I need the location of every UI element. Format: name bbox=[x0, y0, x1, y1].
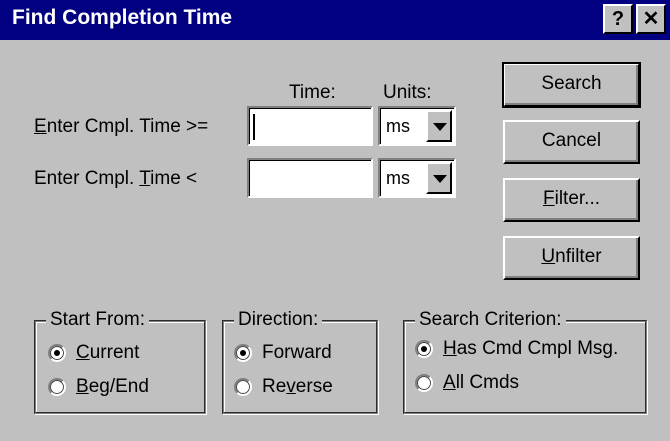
radio-forward[interactable]: Forward bbox=[234, 342, 332, 364]
radio-all-cmds-label: All Cmds bbox=[443, 372, 520, 393]
radio-beg-end[interactable]: Beg/End bbox=[48, 376, 149, 398]
cmpl-time-ge-input[interactable] bbox=[247, 106, 373, 146]
cmpl-time-ge-text[interactable] bbox=[249, 108, 371, 144]
filter-button[interactable]: Filter... bbox=[503, 178, 640, 222]
time-column-header: Time: bbox=[289, 82, 336, 103]
cmpl-time-lt-text[interactable] bbox=[249, 160, 371, 196]
search-criterion-group: Search Criterion: Has Cmd Cmpl Msg. All … bbox=[403, 309, 647, 414]
radio-has-cmd-cmpl-msg-label: Has Cmd Cmpl Msg. bbox=[443, 338, 619, 359]
radio-selected-icon[interactable] bbox=[48, 344, 66, 362]
chevron-down-icon[interactable] bbox=[426, 162, 452, 194]
start-from-title: Start From: bbox=[46, 309, 150, 331]
unfilter-button[interactable]: Unfilter bbox=[503, 236, 640, 280]
cmpl-time-lt-label: Enter Cmpl. Time < bbox=[34, 168, 198, 189]
cmpl-time-lt-input[interactable] bbox=[247, 158, 373, 198]
text-caret bbox=[253, 114, 255, 140]
search-button[interactable]: Search bbox=[502, 62, 641, 108]
chevron-down-icon[interactable] bbox=[426, 110, 452, 142]
units-column-header: Units: bbox=[383, 82, 432, 103]
units-ge-select[interactable]: ms bbox=[378, 106, 456, 146]
title-bar: Find Completion Time ? ✕ bbox=[0, 0, 670, 40]
units-lt-value: ms bbox=[386, 168, 410, 188]
radio-unselected-icon[interactable] bbox=[415, 374, 433, 392]
radio-reverse-label: Reverse bbox=[262, 376, 333, 397]
units-lt-select[interactable]: ms bbox=[378, 158, 456, 198]
direction-group: Direction: Forward Reverse bbox=[222, 309, 378, 414]
radio-current[interactable]: Current bbox=[48, 342, 139, 364]
radio-all-cmds[interactable]: All Cmds bbox=[415, 372, 519, 394]
radio-reverse[interactable]: Reverse bbox=[234, 376, 333, 398]
search-criterion-title: Search Criterion: bbox=[415, 309, 566, 331]
close-icon[interactable]: ✕ bbox=[636, 4, 666, 34]
radio-selected-icon[interactable] bbox=[234, 344, 252, 362]
radio-has-cmd-cmpl-msg[interactable]: Has Cmd Cmpl Msg. bbox=[415, 338, 618, 360]
help-button[interactable]: ? bbox=[603, 4, 633, 34]
radio-unselected-icon[interactable] bbox=[48, 378, 66, 396]
direction-title: Direction: bbox=[234, 309, 323, 331]
cancel-button[interactable]: Cancel bbox=[503, 120, 640, 164]
start-from-group: Start From: Current Beg/End bbox=[34, 309, 206, 414]
units-ge-value: ms bbox=[386, 116, 410, 136]
find-completion-time-dialog: Find Completion Time ? ✕ Time: Units: En… bbox=[0, 0, 670, 441]
radio-forward-label: Forward bbox=[262, 342, 332, 363]
radio-beg-end-label: Beg/End bbox=[76, 376, 149, 397]
radio-selected-icon[interactable] bbox=[415, 340, 433, 358]
dialog-title: Find Completion Time bbox=[12, 6, 233, 29]
radio-unselected-icon[interactable] bbox=[234, 378, 252, 396]
radio-current-label: Current bbox=[76, 342, 140, 363]
cmpl-time-ge-label: Enter Cmpl. Time >= bbox=[34, 116, 209, 137]
